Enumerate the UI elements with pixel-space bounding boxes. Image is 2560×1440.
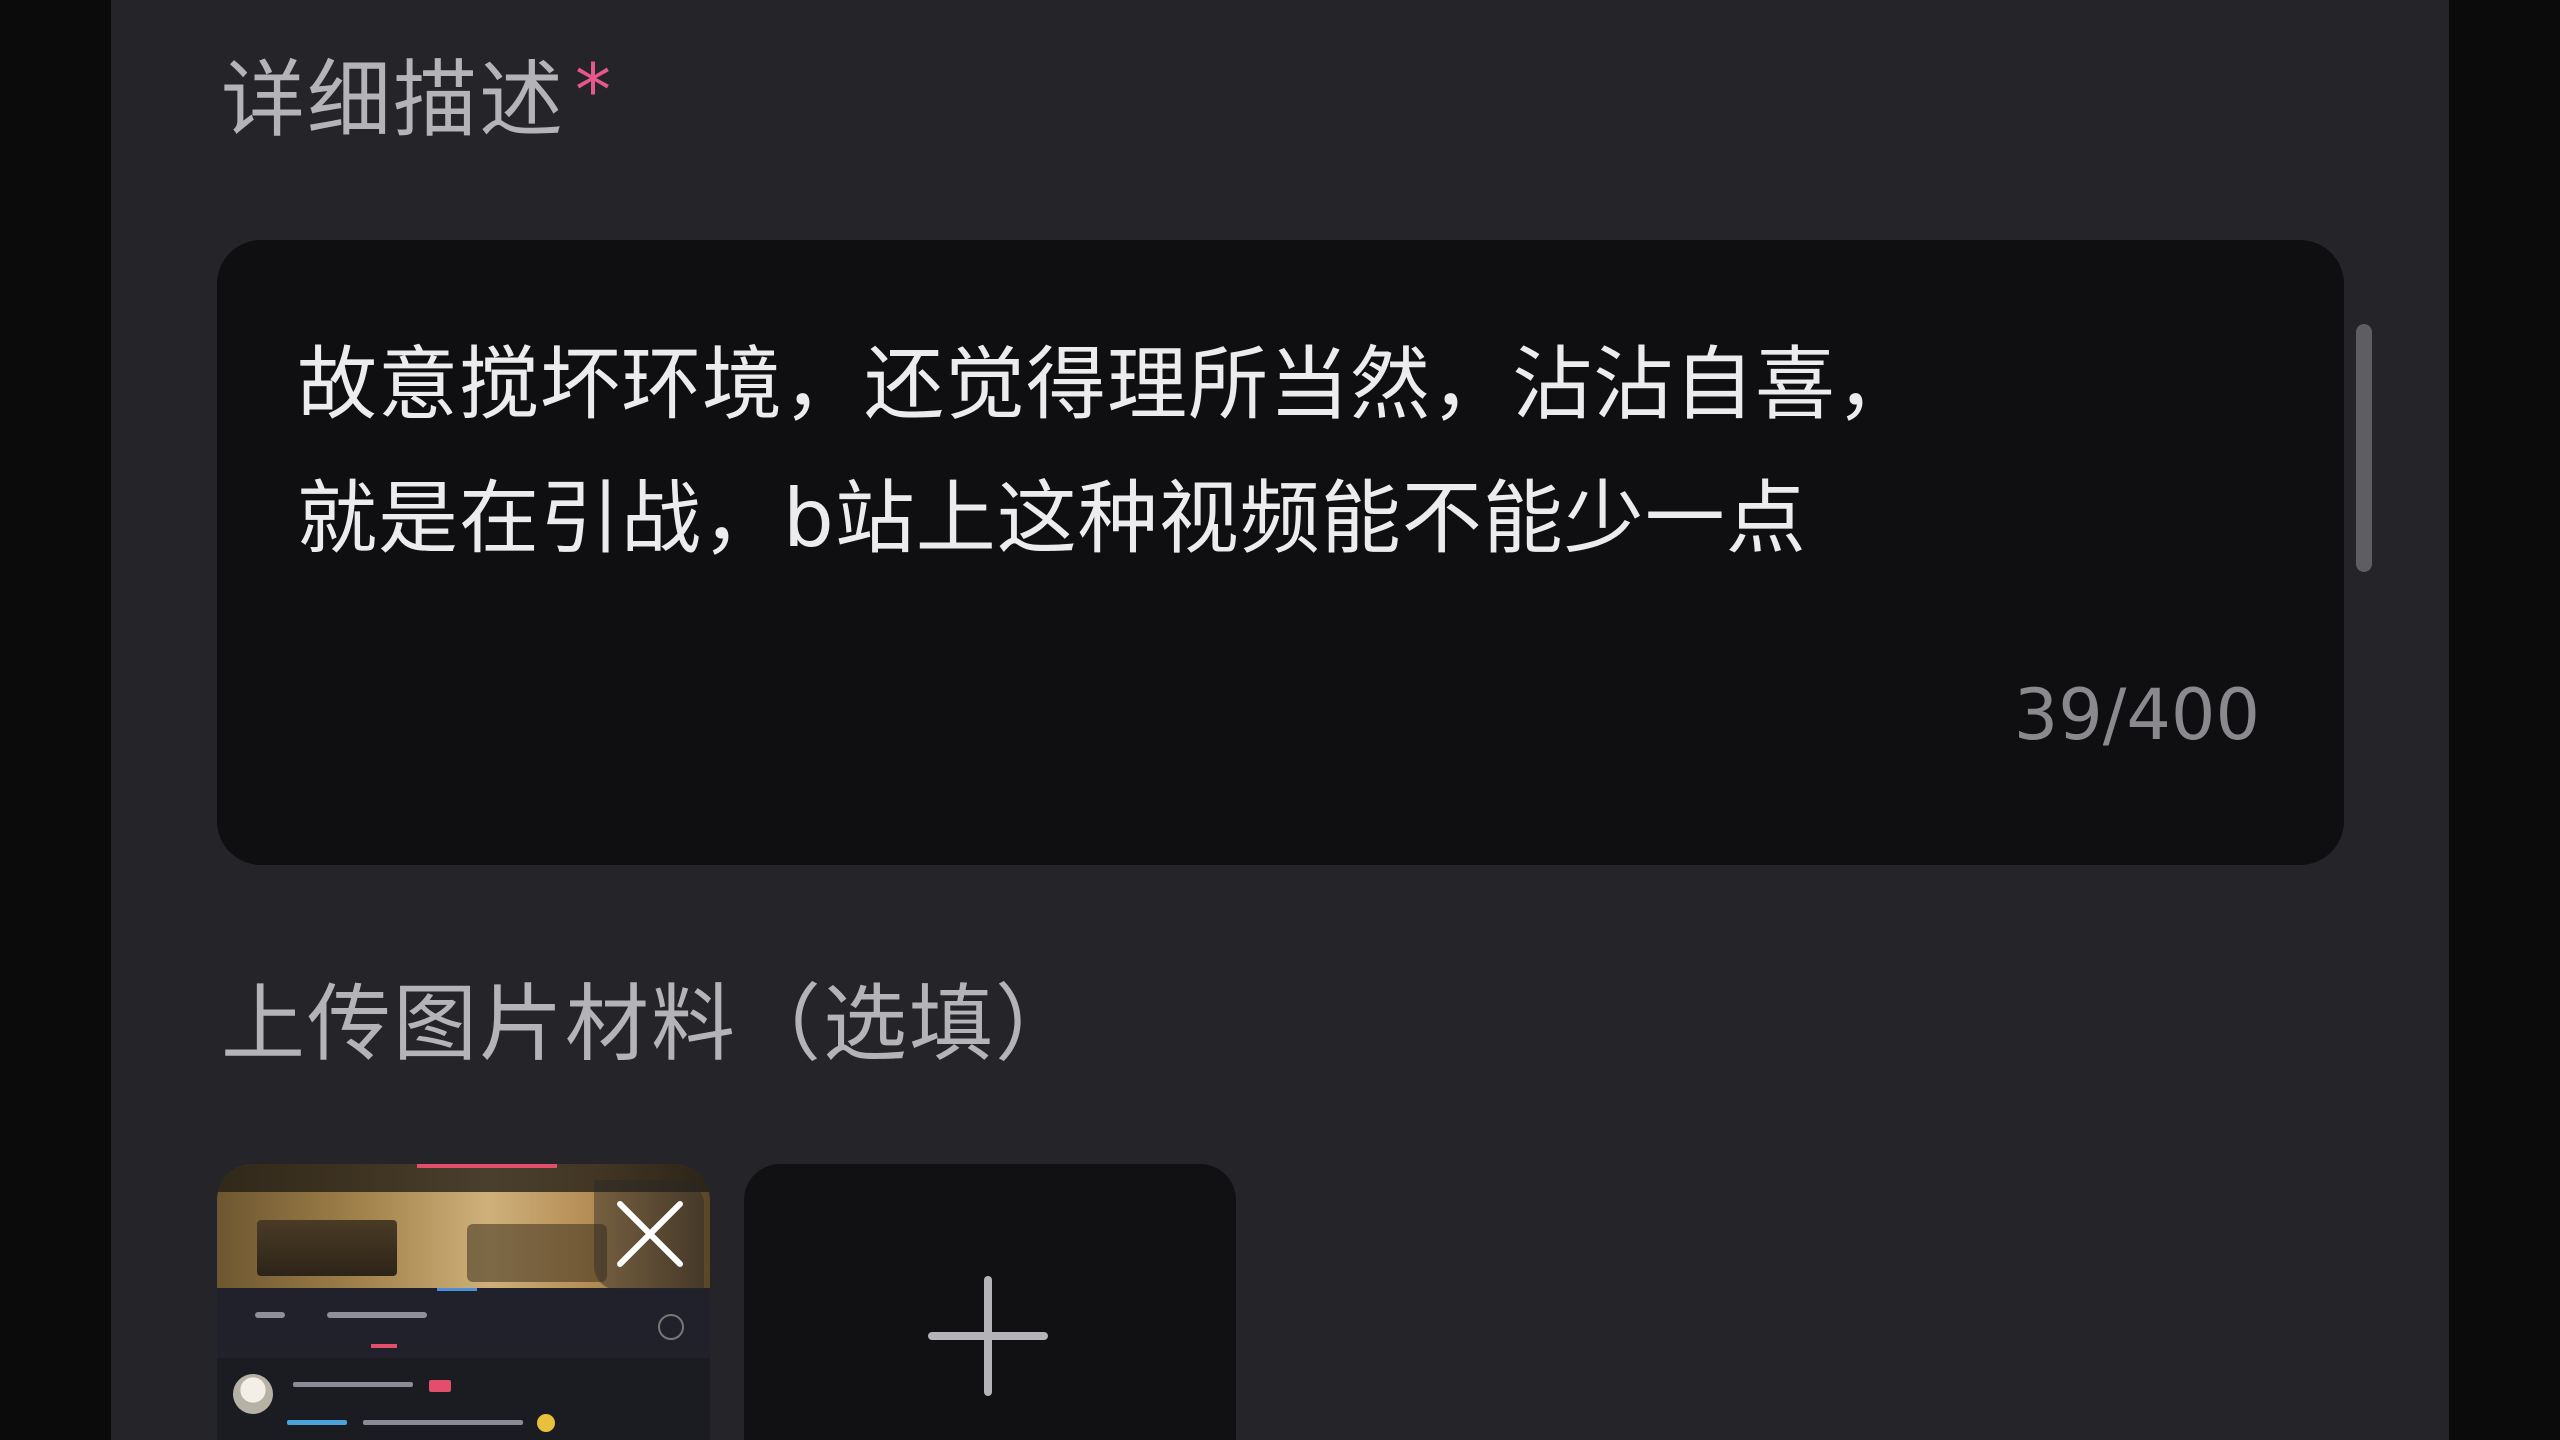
plus-icon: [928, 1276, 1048, 1396]
textarea-scrollbar[interactable]: [2356, 324, 2372, 572]
thumbnail-progress: [417, 1164, 557, 1168]
thumbnail-tab-indicator: [437, 1288, 477, 1291]
thumbnail-tab-underline: [371, 1344, 397, 1348]
thumbnail-comment: [217, 1358, 710, 1440]
thumbnail-comment-badge: [429, 1380, 451, 1392]
description-label: 详细描述: [221, 51, 566, 149]
thumbnail-comment-emoji: [537, 1414, 555, 1432]
upload-section-title: 上传图片材料（选填）: [221, 975, 1082, 1073]
thumbnail-tabs: [217, 1288, 710, 1358]
description-text[interactable]: 故意搅坏环境，还觉得理所当然，沾沾自喜， 就是在引战，b站上这种视频能不能少一点: [297, 318, 2237, 648]
thumbnail-comment-text: [363, 1420, 523, 1425]
thumbnail-comment-name: [293, 1382, 413, 1387]
thumbnail-card: [467, 1224, 607, 1282]
thumbnail-scene: [257, 1220, 397, 1276]
close-icon: [617, 1201, 683, 1267]
description-section-title: 详细描述 *: [221, 54, 613, 142]
thumbnail-tab-1: [255, 1312, 285, 1318]
required-star: *: [575, 48, 614, 132]
thumbnail-avatar: [233, 1374, 273, 1414]
feedback-form-panel: 详细描述 * 故意搅坏环境，还觉得理所当然，沾沾自喜， 就是在引战，b站上这种视频…: [111, 0, 2449, 1440]
add-image-button[interactable]: [744, 1164, 1236, 1440]
thumbnail-tab-2: [327, 1312, 427, 1318]
char-counter: 39/400: [2013, 674, 2260, 756]
remove-image-button[interactable]: [594, 1180, 704, 1290]
description-textarea[interactable]: 故意搅坏环境，还觉得理所当然，沾沾自喜， 就是在引战，b站上这种视频能不能少一点…: [217, 240, 2372, 865]
thumbnail-comment-mention: [287, 1420, 347, 1425]
thumbnail-tab-circle: [658, 1314, 684, 1340]
uploaded-image-thumbnail[interactable]: [217, 1164, 710, 1440]
